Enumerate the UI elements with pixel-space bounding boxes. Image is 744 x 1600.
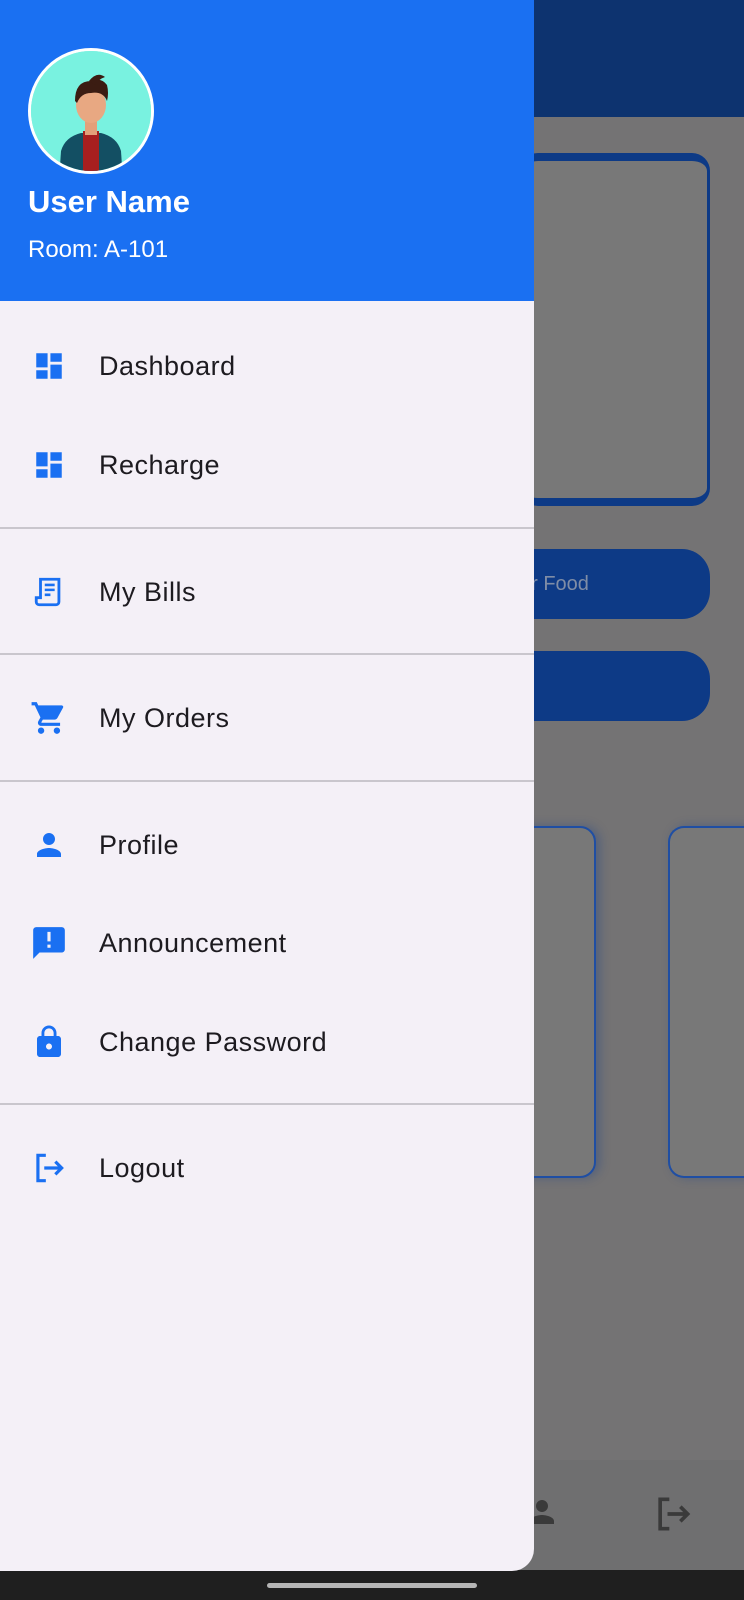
user-name: User Name [28, 184, 190, 219]
receipt-icon [30, 573, 68, 611]
drawer-item-label: Change Password [99, 1026, 328, 1057]
drawer-item-label: Profile [99, 829, 180, 860]
drawer-item-label: My Bills [99, 576, 196, 607]
logout-icon [650, 1492, 696, 1541]
gesture-handle[interactable] [267, 1583, 477, 1588]
drawer-item-logout[interactable]: Logout [0, 1120, 534, 1216]
drawer-item-change-password[interactable]: Change Password [0, 994, 534, 1090]
user-room: Room: A-101 [28, 236, 169, 263]
divider [0, 653, 534, 655]
drawer-item-label: Logout [99, 1152, 185, 1183]
lock-icon [30, 1023, 68, 1061]
drawer-item-label: Dashboard [99, 350, 236, 381]
drawer-item-dashboard[interactable]: Dashboard [0, 318, 534, 414]
drawer-item-label: Announcement [99, 927, 287, 958]
drawer-item-my-bills[interactable]: My Bills [0, 544, 534, 640]
drawer-item-label: My Orders [99, 702, 230, 733]
system-navigation-bar [0, 1570, 744, 1600]
person-icon [30, 826, 68, 864]
divider [0, 527, 534, 529]
background-card [520, 153, 710, 506]
dashboard-icon [30, 446, 68, 484]
divider [0, 780, 534, 782]
navigation-drawer: User Name Room: A-101 Dashboard Recharge… [0, 0, 534, 1571]
drawer-item-label: Recharge [99, 449, 221, 480]
drawer-item-profile[interactable]: Profile [0, 797, 534, 893]
avatar [28, 48, 154, 174]
background-tile [668, 826, 744, 1178]
drawer-item-my-orders[interactable]: My Orders [0, 670, 534, 766]
announcement-icon [30, 924, 68, 962]
dashboard-icon [30, 347, 68, 385]
cart-icon [30, 699, 68, 737]
drawer-item-announcement[interactable]: Announcement [0, 895, 534, 991]
drawer-header: User Name Room: A-101 [0, 0, 534, 301]
drawer-item-recharge[interactable]: Recharge [0, 417, 534, 513]
logout-icon [30, 1149, 68, 1187]
user-avatar-icon [31, 51, 151, 171]
divider [0, 1103, 534, 1105]
